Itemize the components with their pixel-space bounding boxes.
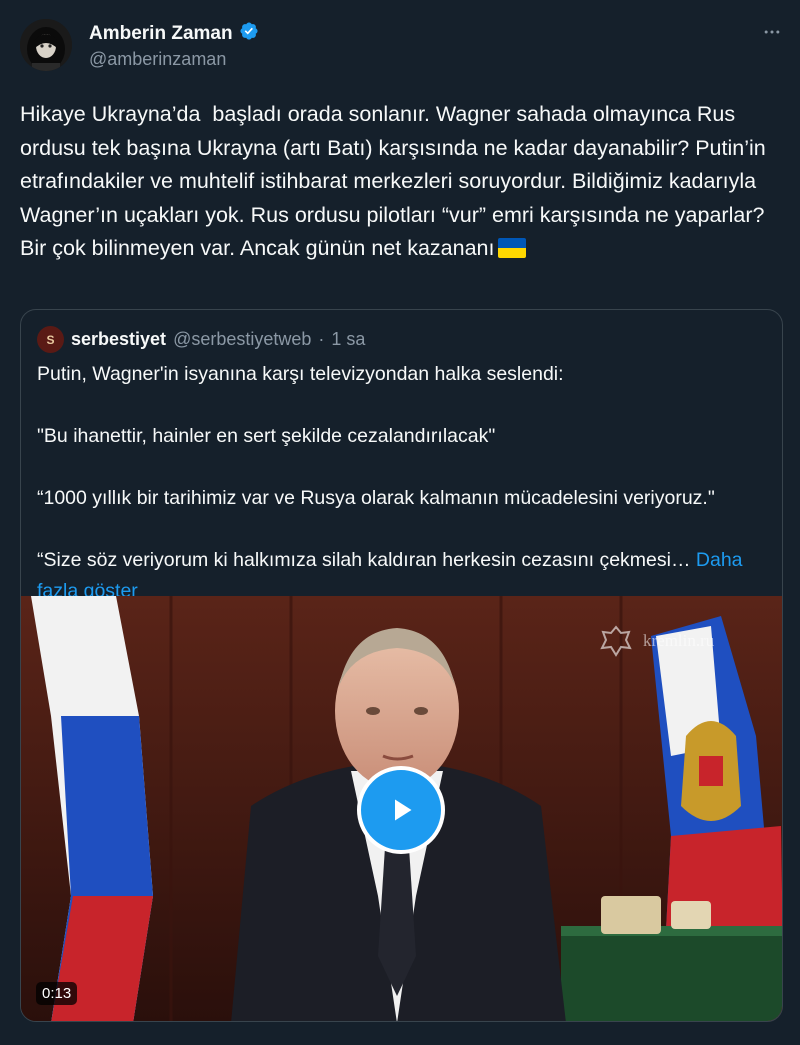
quoted-timestamp: 1 sa [331,329,366,349]
quoted-separator: · [318,329,325,349]
quoted-tweet-header: S serbestiyet @serbestiyetweb · 1 sa [37,326,365,353]
author-handle[interactable]: @amberinzaman [89,49,226,70]
quoted-avatar: S [37,326,64,353]
more-options-icon[interactable] [762,22,782,48]
quoted-display-name: serbestiyet [71,329,167,349]
watermark-text: kremlin.ru [643,631,715,650]
quoted-paragraph: "Bu ihanettir, hainler en sert şekilde c… [37,425,496,447]
video-player[interactable]: kremlin.ru 0:13 [21,596,782,1021]
verified-badge-icon [239,21,259,46]
quoted-paragraph: “1000 yıllık bir tarihimiz var ve Rusya … [37,487,715,509]
quoted-handle: @serbestiyetweb [173,329,312,349]
author-avatar[interactable] [20,19,72,71]
video-watermark: kremlin.ru [599,624,714,658]
video-duration: 0:13 [36,982,78,1005]
coat-of-arms [681,721,741,821]
quoted-tweet-text: Putin, Wagner'in isyanına karşı televizy… [37,359,772,607]
quoted-paragraph: Putin, Wagner'in isyanına karşı televizy… [37,363,564,385]
play-icon [395,799,412,821]
ukraine-flag-emoji-icon [498,238,527,258]
tweet-body: Hikaye Ukrayna’da başladı orada sonlanır… [20,102,772,260]
tweet-text: Hikaye Ukrayna’da başladı orada sonlanır… [20,98,785,266]
quoted-tweet[interactable]: S serbestiyet @serbestiyetweb · 1 sa Put… [20,309,783,1022]
kremlin-emblem-icon [599,624,633,658]
play-button[interactable] [357,766,445,854]
author-display-name[interactable]: Amberin Zaman [89,23,233,45]
quoted-paragraph: “Size söz veriyorum ki halkımıza silah k… [37,549,691,571]
author-name-row: Amberin Zaman [89,21,259,46]
